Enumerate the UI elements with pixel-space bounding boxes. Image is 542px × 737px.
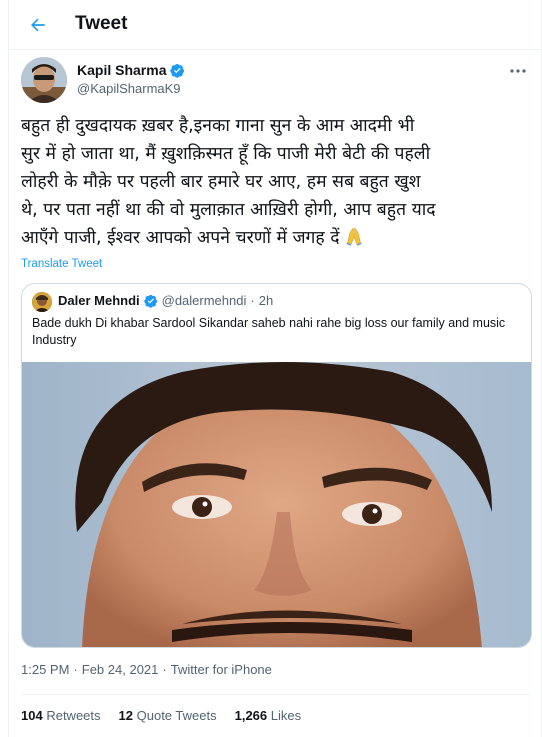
quoted-timestamp: 2h — [258, 293, 274, 308]
tweet-body: बहुत ही दुखदायक ख़बर है,इनका गाना सुन के… — [21, 116, 436, 248]
stat-label: Retweets — [46, 708, 101, 723]
translate-tweet-link[interactable]: Translate Tweet — [21, 258, 102, 270]
folded-hands-icon — [344, 226, 364, 255]
tweet-time[interactable]: 1:25 PM — [21, 662, 69, 677]
stat-count: 104 — [21, 708, 43, 723]
meta-separator: · — [162, 662, 167, 677]
tweet-meta: 1:25 PM · Feb 24, 2021 · Twitter for iPh… — [21, 662, 272, 677]
arrow-left-icon — [31, 18, 45, 32]
quote-tweets-count[interactable]: 12 Quote Tweets — [119, 708, 217, 723]
quoted-header: Daler Mehndi @dalermehndi · 2h — [58, 293, 273, 308]
likes-count[interactable]: 1,266 Likes — [235, 708, 302, 723]
tweet-author: Kapil Sharma @KapilSharmaK9 — [21, 57, 531, 105]
verified-badge-icon — [143, 294, 157, 308]
stat-count: 1,266 — [234, 708, 268, 723]
tweet-page: Tweet Kapil Sharma @KapilSharmaK9 बहुत ह… — [8, 0, 542, 737]
divider — [21, 694, 531, 695]
author-handle[interactable]: @KapilSharmaK9 — [77, 81, 181, 96]
tweet-date[interactable]: Feb 24, 2021 — [82, 662, 159, 677]
page-header: Tweet — [9, 0, 542, 50]
stat-label: Likes — [270, 708, 302, 723]
quoted-avatar[interactable] — [32, 292, 52, 312]
quoted-avatar-image — [32, 292, 52, 312]
avatar[interactable] — [21, 57, 67, 103]
page-title: Tweet — [75, 13, 128, 34]
quoted-tweet[interactable]: Daler Mehndi @dalermehndi · 2h Bade dukh… — [21, 283, 532, 648]
quoted-separator: · — [250, 293, 255, 308]
stat-count: 12 — [118, 708, 133, 723]
tweet-stats: 104 Retweets 12 Quote Tweets 1,266 Likes — [21, 708, 319, 723]
author-name[interactable]: Kapil Sharma — [77, 62, 166, 78]
verified-badge-icon — [170, 63, 185, 78]
avatar-image — [21, 57, 67, 103]
more-horizontal-icon — [510, 69, 526, 73]
quoted-photo[interactable] — [22, 362, 531, 647]
meta-separator: · — [73, 662, 78, 677]
tweet-text: बहुत ही दुखदायक ख़बर है,इनका गाना सुन के… — [21, 112, 533, 255]
portrait-image — [22, 362, 531, 647]
more-options-button[interactable] — [505, 61, 531, 81]
quoted-author-handle: @dalermehndi — [161, 293, 247, 308]
quoted-author-name: Daler Mehndi — [58, 293, 140, 308]
retweets-count[interactable]: 104 Retweets — [21, 708, 101, 723]
stat-label: Quote Tweets — [136, 708, 217, 723]
quoted-text: Bade dukh Di khabar Sardool Sikandar sah… — [32, 316, 506, 347]
tweet-source[interactable]: Twitter for iPhone — [171, 662, 272, 677]
back-button[interactable] — [25, 12, 51, 38]
